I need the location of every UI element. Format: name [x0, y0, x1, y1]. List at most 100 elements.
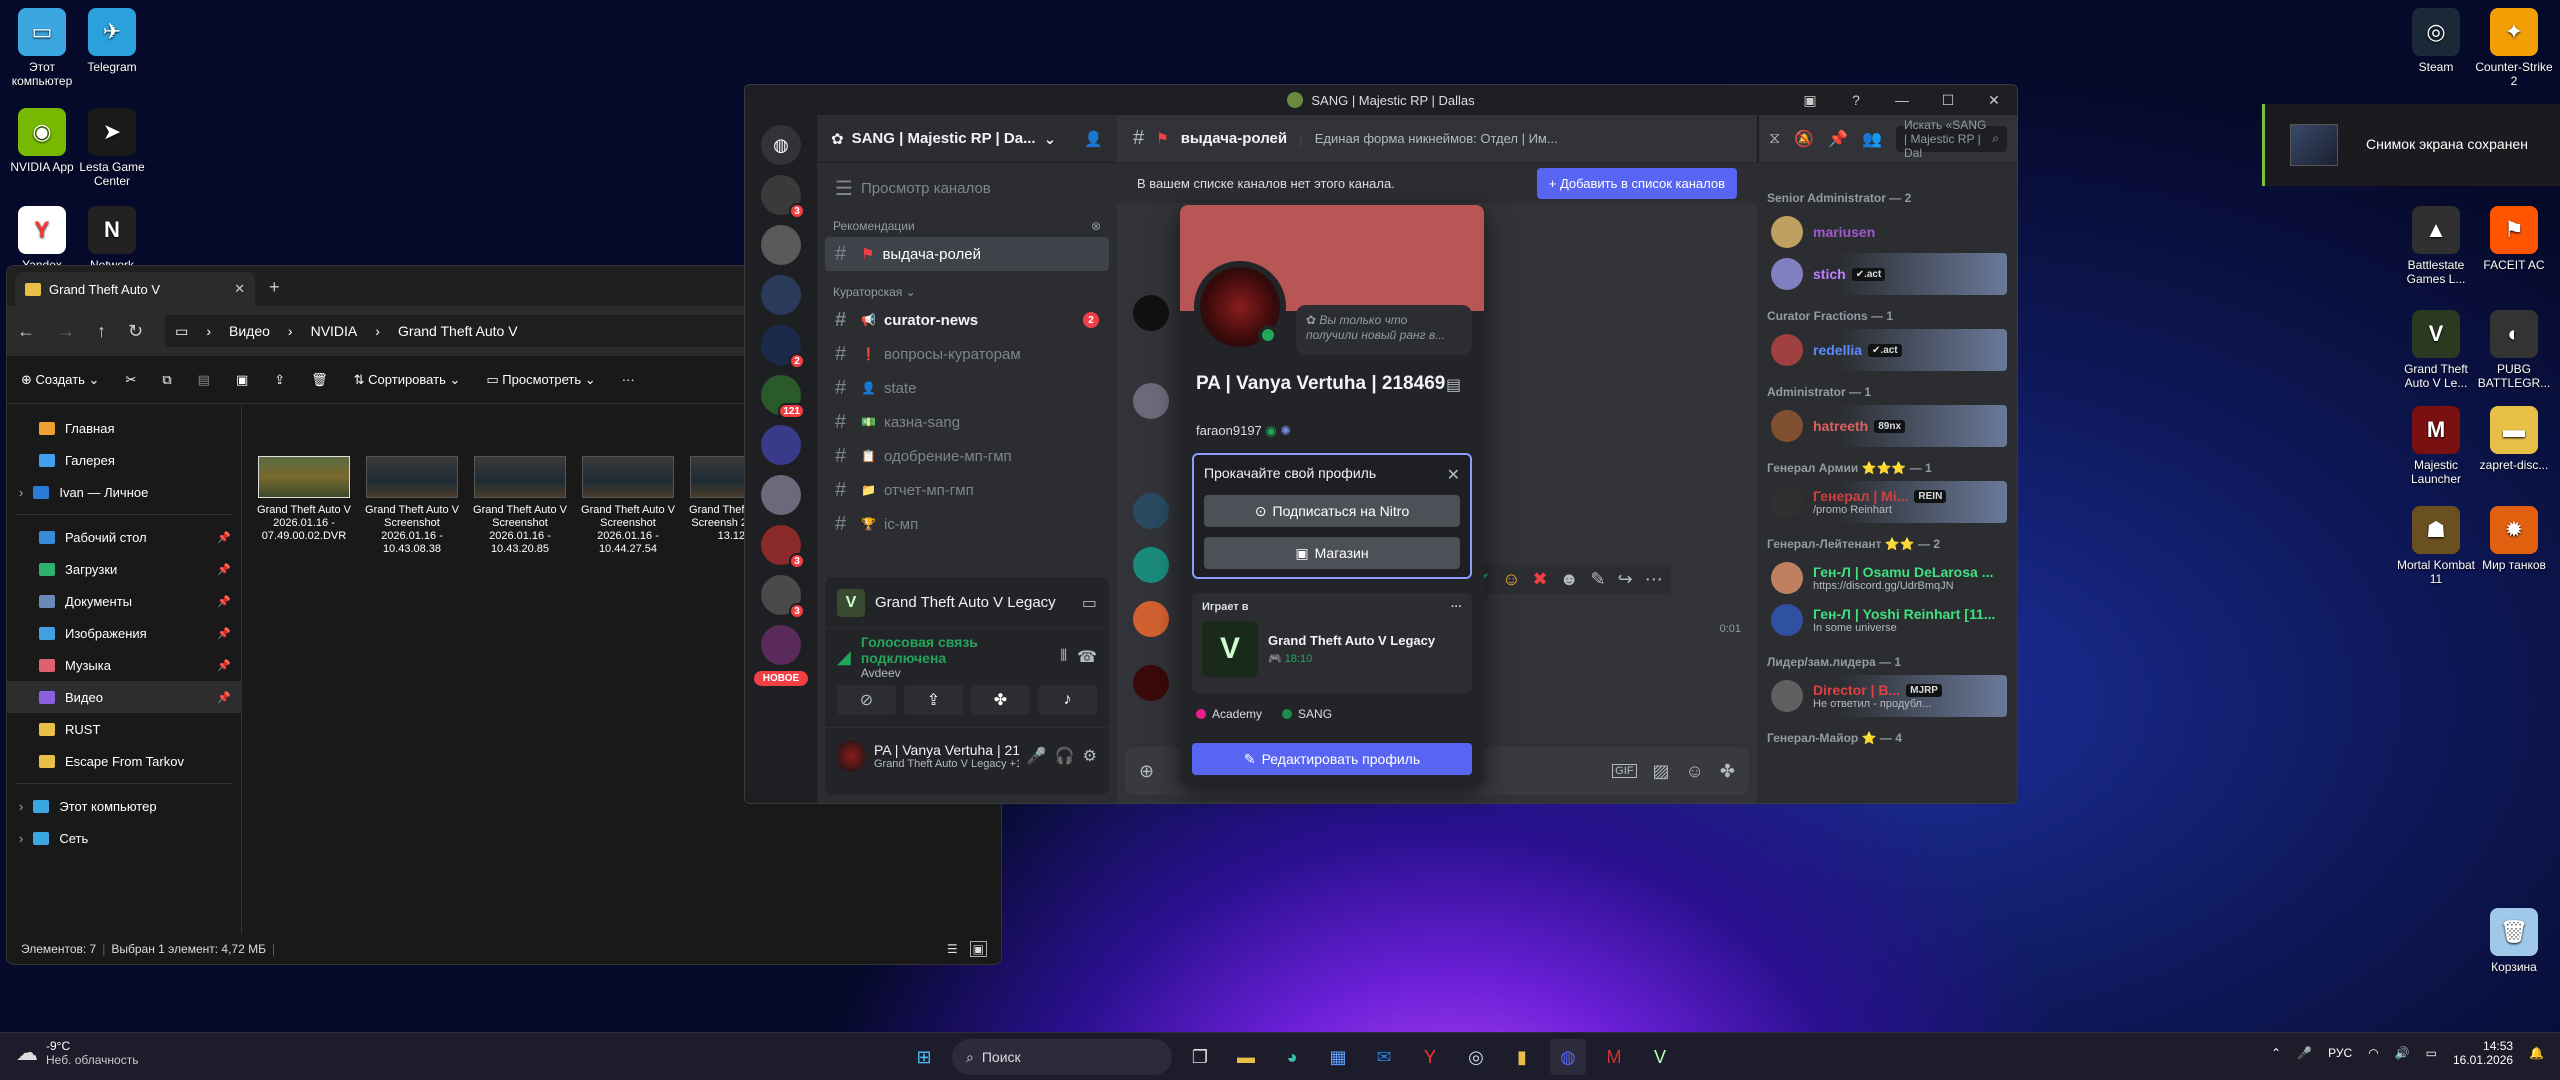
channel-topic[interactable]: Единая форма никнеймов: Отдел | Им... [1315, 131, 1558, 146]
notification-bell-icon[interactable]: 🔔 [2529, 1046, 2544, 1060]
nav-item[interactable]: RUST [7, 713, 241, 745]
member-item[interactable]: Ген-Л | Yoshi Reinhart [11... In some uni… [1767, 599, 2007, 641]
nav-item[interactable]: › Сеть [7, 822, 241, 854]
reply-icon[interactable]: ↪ [1618, 569, 1633, 590]
volume-icon[interactable]: 🔊 [2395, 1046, 2410, 1060]
server-icon[interactable] [761, 425, 801, 465]
edit-note-icon[interactable]: ▤ [1446, 375, 1461, 395]
delete-icon[interactable]: 🗑 [311, 372, 328, 388]
minimize-icon[interactable]: — [1879, 85, 1925, 115]
start-icon[interactable]: ⊞ [906, 1039, 942, 1075]
chevron-right-icon[interactable]: › [19, 799, 23, 814]
role-academy[interactable]: Academy [1196, 707, 1262, 721]
file-item[interactable]: Grand Theft Auto V 2026.01.16 - 07.49.00… [257, 456, 351, 556]
up-icon[interactable]: ↑ [97, 321, 106, 342]
avatar[interactable] [1133, 383, 1169, 419]
channel-item[interactable]: # 📁 отчет-мп-гмп [825, 473, 1109, 507]
server-icon[interactable]: 3 [761, 575, 805, 619]
desktop-icon[interactable]: V Grand Theft Auto V Le... [2394, 310, 2478, 390]
soundwave-icon[interactable]: ⫴ [1060, 648, 1067, 666]
wifi-icon[interactable]: ◠ [2368, 1046, 2378, 1060]
discord-home-icon[interactable]: ◍ [761, 125, 801, 165]
breadcrumb-item[interactable]: Grand Theft Auto V [398, 323, 518, 339]
channel-item[interactable]: # 📋 одобрение-мп-гмп [825, 439, 1109, 473]
channel-item[interactable]: # 💵 казна-sang [825, 405, 1109, 439]
server-icon[interactable] [761, 275, 801, 315]
forward-icon[interactable]: → [57, 321, 75, 342]
create-button[interactable]: ⊕ Создать ⌄ [21, 372, 99, 388]
yandex-icon[interactable]: Y [1412, 1039, 1448, 1075]
channel-vydacha-roley[interactable]: # ⚑ выдача-ролей [825, 237, 1109, 271]
member-item[interactable]: redellia ✔.act [1767, 329, 2007, 371]
taskbar-search[interactable]: ⌕ Поиск [952, 1039, 1172, 1075]
member-item[interactable]: Ген-Л | Osamu DeLarosa ... https://discor… [1767, 557, 2007, 599]
nav-item[interactable]: Галерея [7, 444, 241, 476]
nav-item[interactable]: Загрузки 📌 [7, 553, 241, 585]
inbox-icon[interactable]: ▣ [1787, 85, 1833, 115]
desktop-icon[interactable]: NNetwork [70, 206, 154, 272]
nav-item[interactable]: Изображения 📌 [7, 617, 241, 649]
server-icon[interactable] [761, 475, 801, 515]
edge-icon[interactable]: ◕ [1274, 1039, 1310, 1075]
refresh-icon[interactable]: ↻ [128, 321, 143, 342]
close-icon[interactable]: ✕ [1971, 85, 2017, 115]
desktop-icon[interactable]: ✹ Мир танков [2472, 506, 2556, 572]
camera-off-icon[interactable]: ⊘ [837, 685, 896, 715]
nav-item[interactable]: Музыка 📌 [7, 649, 241, 681]
breadcrumb-item[interactable]: Видео [229, 323, 270, 339]
copy-icon[interactable]: ⧉ [162, 372, 171, 388]
cross-reaction-icon[interactable]: ✖ [1532, 569, 1547, 590]
sticker-icon[interactable]: ▨ [1653, 761, 1670, 782]
avatar[interactable] [1133, 493, 1169, 529]
add-reaction-icon[interactable]: ☻ [1560, 569, 1579, 590]
nav-item[interactable]: Видео 📌 [7, 681, 241, 713]
clock[interactable]: 14:53 16.01.2026 [2453, 1039, 2513, 1067]
nav-item[interactable]: Документы 📌 [7, 585, 241, 617]
add-to-channel-list-button[interactable]: + Добавить в список каналов [1536, 167, 1737, 199]
headphones-icon[interactable]: 🎧 [1055, 746, 1075, 766]
file-item[interactable]: Grand Theft Auto V Screenshot 2026.01.16… [473, 456, 567, 556]
settings-gear-icon[interactable]: ⚙ [1083, 746, 1097, 766]
file-item[interactable]: Grand Theft Auto V Screenshot 2026.01.16… [581, 456, 675, 556]
desktop-icon[interactable]: ▲ Battlestate Games L... [2394, 206, 2478, 286]
microphone-icon[interactable]: 🎤 [2297, 1046, 2312, 1060]
soundboard-icon[interactable]: ♪ [1038, 685, 1097, 715]
explorer-tab[interactable]: Grand Theft Auto V ✕ [15, 272, 255, 306]
nav-item[interactable]: › Этот компьютер [7, 790, 241, 822]
channel-item[interactable]: # 👤 state [825, 371, 1109, 405]
outlook-icon[interactable]: ✉ [1366, 1039, 1402, 1075]
weather-widget[interactable]: ☁ -9°C Неб. облачность [16, 1039, 138, 1067]
store-icon[interactable]: ▦ [1320, 1039, 1356, 1075]
avatar[interactable] [1133, 601, 1169, 637]
more-icon[interactable]: ⋯ [1645, 569, 1663, 590]
desktop-icon[interactable]: ➤ Lesta Game Center [70, 108, 154, 188]
help-icon[interactable]: ? [1833, 85, 1879, 115]
nav-item[interactable]: › Ivan — Личное [7, 476, 241, 508]
server-icon[interactable]: 3 [761, 525, 805, 569]
discord-icon[interactable]: ◍ [1550, 1039, 1586, 1075]
emoji-icon[interactable]: ☺ [1686, 761, 1704, 782]
microphone-icon[interactable]: 🎤 [1027, 746, 1047, 766]
more-icon[interactable]: ··· [1451, 601, 1462, 613]
gamebar-icon[interactable]: ▮ [1504, 1039, 1540, 1075]
desktop-icon[interactable]: ✈ Telegram [70, 8, 154, 74]
desktop-icon[interactable]: ◎ Steam [2394, 8, 2478, 74]
tiles-view-icon[interactable]: ▣ [969, 941, 987, 957]
subscribe-nitro-button[interactable]: ⊙ Подписаться на Nitro [1204, 495, 1460, 527]
user-panel[interactable]: PA | Vanya Vertuha | 21... Grand Theft A… [825, 727, 1109, 783]
pin-icon[interactable]: 📌 [1828, 129, 1848, 149]
close-icon[interactable]: ⊗ [1091, 219, 1101, 233]
chevron-right-icon[interactable]: › [19, 485, 23, 500]
member-item[interactable]: Director | B... MJRP Не ответил - продубл.… [1767, 675, 2007, 717]
avatar[interactable] [1133, 665, 1169, 701]
battery-icon[interactable]: ▭ [2426, 1046, 2437, 1060]
profile-popout[interactable]: ✿ Вы только что получили новый ранг в...… [1180, 205, 1484, 785]
disconnect-icon[interactable]: ☎ [1077, 647, 1097, 667]
member-item[interactable]: mariusen [1767, 211, 2007, 253]
file-item[interactable]: Grand Theft Auto V Screenshot 2026.01.16… [365, 456, 459, 556]
notifications-off-icon[interactable]: 🔕 [1794, 129, 1814, 149]
task-view-icon[interactable]: ❐ [1182, 1039, 1218, 1075]
close-icon[interactable]: ✕ [1447, 465, 1460, 485]
cut-icon[interactable]: ✂ [125, 372, 136, 388]
avatar[interactable] [1133, 295, 1169, 331]
